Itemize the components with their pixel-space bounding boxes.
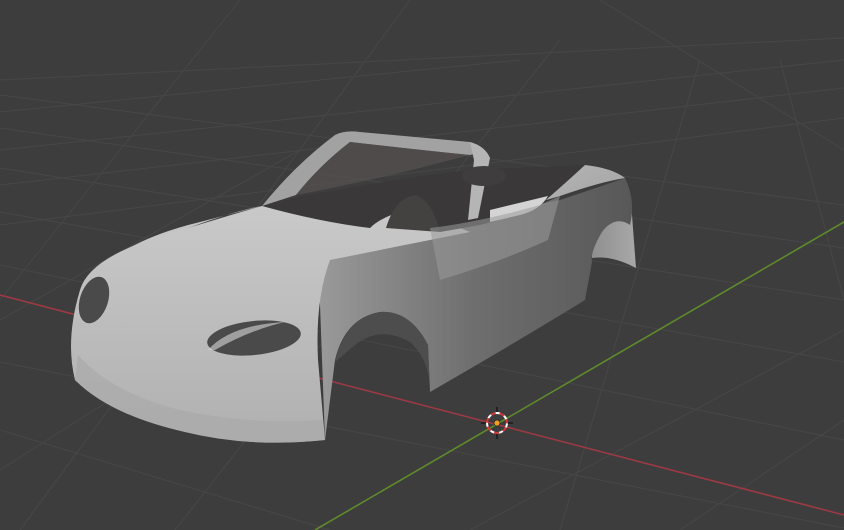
- viewport-canvas[interactable]: [0, 0, 844, 530]
- object-origin: [493, 419, 501, 427]
- 3d-cursor[interactable]: [481, 407, 513, 439]
- 3d-viewport[interactable]: [0, 0, 844, 530]
- car-body-mesh[interactable]: [71, 131, 636, 443]
- seat-headrest: [462, 166, 506, 186]
